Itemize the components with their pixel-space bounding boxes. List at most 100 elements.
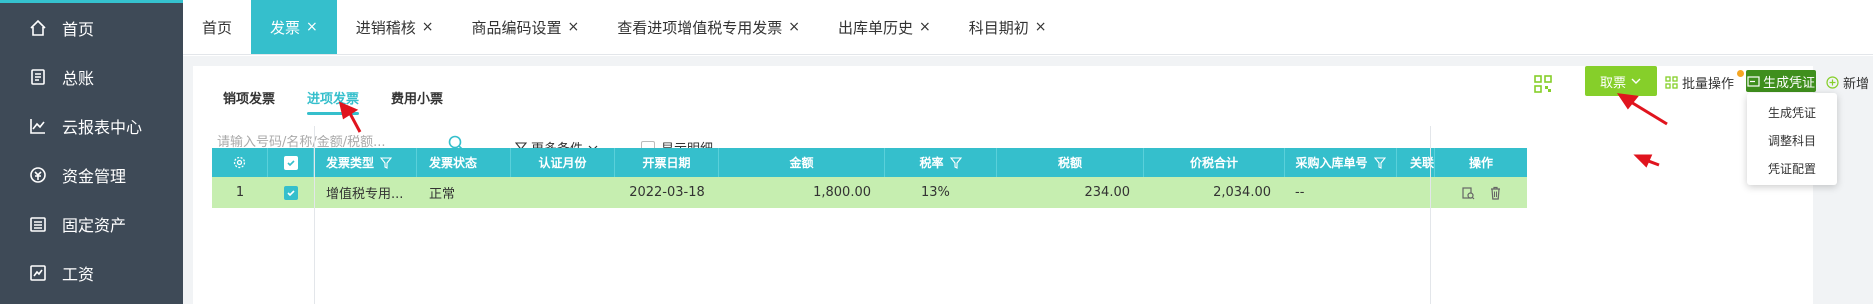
tab-label: 发票 [270,18,301,37]
tab-bar: 首页 发票 × 进销稽核 × 商品编码设置 × 查看进项增值税专用发票 × 出库单历史 ×… [183,0,1873,55]
header-label: 金额 [789,156,814,170]
cell-amount: 1,800.00 [813,185,871,200]
app-root: 首页 总账 云报表中心 资金管理 固定资产 工资 首页 发票 × 进销稽核 × 商品… [0,0,1873,304]
tab-label: 进销稽核 [355,18,416,37]
tab-view-vat[interactable]: 查看进项增值税专用发票 × [598,0,819,54]
filter-icon[interactable] [380,156,393,169]
home-icon [28,18,48,38]
tab-invoice[interactable]: 发票 × [251,0,337,54]
header-label: 发票状态 [429,156,478,170]
header-tax-amount: 税额 [997,148,1144,177]
sidebar-item-funds[interactable]: 资金管理 [0,150,183,199]
asset-icon [28,214,48,234]
row-index: 1 [235,185,245,200]
header-label: 认证月份 [538,156,587,170]
header-label: 操作 [1468,156,1493,170]
fetch-invoice-button[interactable]: 取票 [1585,66,1657,96]
tab-product-code[interactable]: 商品编码设置 × [453,0,599,54]
sidebar-item-ledger[interactable]: 总账 [0,52,183,101]
header-amount: 金额 [719,148,885,177]
cell-tax-amount: 234.00 [1084,185,1131,200]
header-auth-month: 认证月份 [511,148,615,177]
voucher-dropdown-menu: 生成凭证 调整科目 凭证配置 [1747,93,1837,185]
view-detail-icon[interactable] [1461,186,1475,200]
header-actions: 操作 [1435,148,1527,177]
qr-code-icon[interactable] [1533,74,1553,94]
sidebar-item-home[interactable]: 首页 [0,3,183,52]
fetch-label: 取票 [1599,75,1626,91]
table-row[interactable]: 1 增值税专用... 正常 2022-03-18 1,800.00 13% 23… [212,177,1527,208]
select-all-checkbox[interactable] [283,155,298,170]
subtab-purchase-invoice[interactable]: 进项发票 [307,88,360,121]
row-checkbox[interactable] [284,185,298,200]
menu-item-adjust-account[interactable]: 调整科目 [1747,127,1837,155]
tab-label: 查看进项增值税专用发票 [617,18,783,37]
column-divider [1430,126,1431,304]
tab-label: 首页 [202,18,233,37]
header-purchase-no[interactable]: 采购入库单号 [1285,148,1397,177]
cell-invoice-date: 2022-03-18 [629,185,705,200]
check-icon [287,189,295,196]
subtab-sales-invoice[interactable]: 销项发票 [223,88,275,121]
generate-voucher-button[interactable]: 生成凭证 [1746,70,1816,92]
tab-home[interactable]: 首页 [183,0,251,54]
menu-item-generate-voucher[interactable]: 生成凭证 [1747,99,1837,127]
cell-total: 2,034.00 [1213,185,1271,200]
sidebar-item-salary[interactable]: 工资 [0,248,183,297]
salary-icon [28,263,48,283]
tab-label: 商品编码设置 [471,18,562,37]
content-area: 销项发票 进项发票 费用小票 更多条件 显示明细 取票 [183,56,1873,304]
invoice-table: 发票类型 发票状态 认证月份 开票日期 金额 税率 税额 价税合计 采购入库单号 [212,148,1527,304]
cell-invoice-status: 正常 [429,187,456,202]
tab-account-opening[interactable]: 科目期初 × [950,0,1066,54]
tab-audit[interactable]: 进销稽核 × [337,0,453,54]
cell-purchase-no: -- [1295,185,1305,200]
select-all-column[interactable] [268,148,314,177]
sidebar-item-label: 工资 [62,264,95,284]
add-label: 新增 [1843,77,1870,92]
ledger-icon [28,67,48,87]
filter-icon[interactable] [1373,156,1386,169]
chevron-down-icon [1631,78,1641,84]
cell-actions [1435,177,1527,208]
tab-label: 科目期初 [968,18,1029,37]
header-label: 税率 [919,156,944,170]
sidebar-item-assets[interactable]: 固定资产 [0,199,183,248]
invoice-subtabs: 销项发票 进项发票 费用小票 [193,66,485,121]
tab-label: 出库单历史 [838,18,914,37]
cell-tax-rate: 13% [921,185,950,200]
close-icon[interactable]: × [422,19,434,35]
voucher-label: 生成凭证 [1762,75,1815,91]
sidebar-item-label: 首页 [62,19,95,39]
close-icon[interactable]: × [919,19,931,35]
header-invoice-date: 开票日期 [615,148,719,177]
table-header: 发票类型 发票状态 认证月份 开票日期 金额 税率 税额 价税合计 采购入库单号 [212,148,1527,177]
settings-column[interactable] [212,148,268,177]
subtab-expense-receipt[interactable]: 费用小票 [391,88,443,121]
header-label: 采购入库单号 [1295,156,1368,170]
sidebar-item-label: 资金管理 [62,166,127,186]
header-label: 发票类型 [326,156,375,170]
row-select[interactable] [268,177,314,208]
trash-icon[interactable] [1489,186,1502,200]
close-icon[interactable]: × [788,19,800,35]
close-icon[interactable]: × [1035,19,1047,35]
header-tax-rate[interactable]: 税率 [885,148,997,177]
plus-circle-icon [1826,76,1839,89]
money-icon [28,165,48,185]
batch-operation-button[interactable]: 批量操作 [1665,70,1744,92]
header-invoice-type[interactable]: 发票类型 [314,148,417,177]
close-icon[interactable]: × [306,19,318,35]
add-button[interactable]: 新增 [1826,73,1869,92]
tab-outbound-history[interactable]: 出库单历史 × [819,0,950,54]
cell-auth-month [511,177,615,208]
close-icon[interactable]: × [568,19,580,35]
header-total: 价税合计 [1144,148,1285,177]
sidebar-item-report[interactable]: 云报表中心 [0,101,183,150]
menu-item-voucher-config[interactable]: 凭证配置 [1747,155,1837,183]
header-label: 价税合计 [1189,156,1238,170]
column-divider [314,126,315,304]
gear-icon[interactable] [233,156,246,169]
filter-icon[interactable] [949,156,962,169]
grid-icon [1665,76,1678,89]
